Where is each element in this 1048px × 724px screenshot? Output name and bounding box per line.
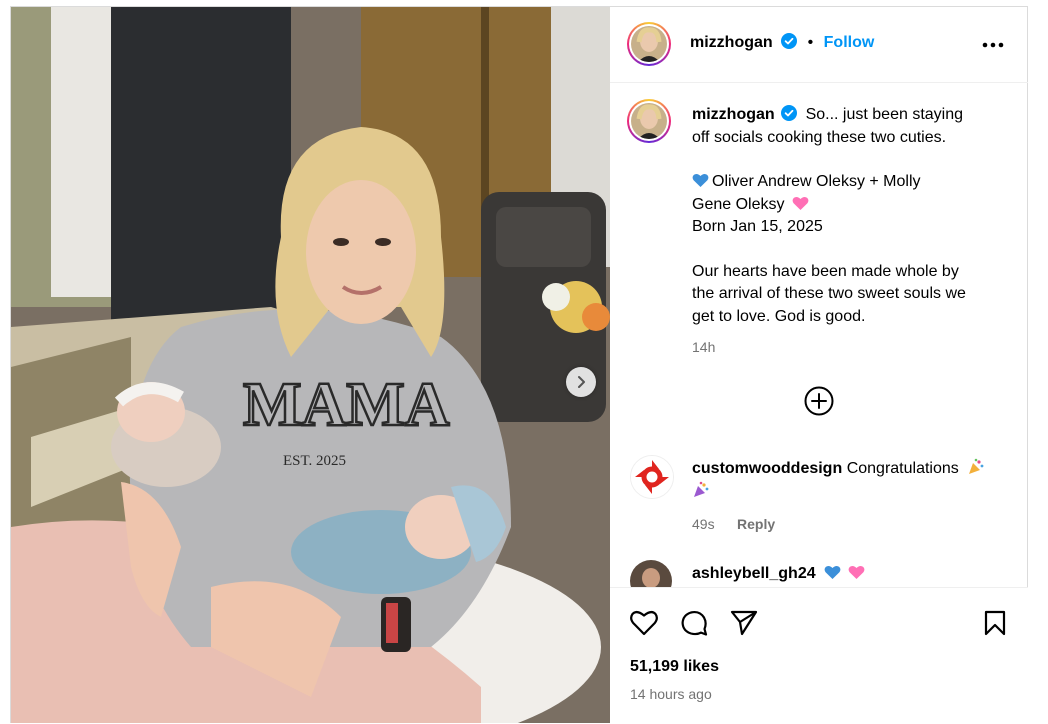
caption-timestamp: 14h	[692, 339, 716, 355]
comment-username[interactable]: customwooddesign	[692, 460, 842, 477]
reply-button[interactable]: Reply	[737, 516, 775, 532]
post-modal: MAMA EST. 2025 mizzhogan • Follow mizzho…	[10, 6, 1028, 724]
save-button[interactable]	[983, 610, 1007, 641]
comment-username[interactable]: ashleybell_gh24	[692, 565, 816, 582]
bookmark-icon	[984, 610, 1006, 636]
caption-username[interactable]: mizzhogan	[692, 106, 775, 123]
header-username[interactable]: mizzhogan	[690, 34, 773, 51]
comment-timestamp: 49s	[692, 516, 715, 532]
heart-outline-icon	[630, 611, 658, 636]
caption-names: Oliver Andrew Oleksy + Molly	[712, 173, 921, 190]
next-photo-button[interactable]	[566, 367, 596, 397]
customwooddesign-logo-icon	[631, 456, 673, 498]
follow-button[interactable]: Follow	[824, 34, 875, 51]
caption-paragraph: the arrival of these two sweet souls we	[692, 285, 966, 302]
avatar-image	[631, 103, 667, 139]
paper-plane-icon	[730, 610, 758, 636]
photo-illustration: MAMA EST. 2025	[11, 7, 610, 723]
avatar[interactable]	[627, 22, 671, 66]
pink-heart-icon	[848, 565, 864, 579]
chevron-right-icon	[578, 376, 585, 388]
svg-text:EST. 2025: EST. 2025	[283, 453, 346, 469]
caption-line: So... just been staying	[805, 106, 964, 123]
verified-badge-icon	[781, 33, 798, 49]
svg-text:MAMA: MAMA	[243, 371, 450, 439]
blue-heart-icon	[824, 565, 841, 579]
more-options-button[interactable]	[982, 35, 1004, 53]
post-side-panel: mizzhogan • Follow mizzhogan So... just …	[610, 7, 1028, 724]
comment-avatar[interactable]	[630, 455, 674, 499]
avatar-image	[631, 26, 667, 62]
caption-line: off socials cooking these two cuties.	[692, 128, 947, 146]
caption-avatar[interactable]	[627, 99, 671, 143]
confetti-icon	[969, 458, 984, 474]
caption-born: Born Jan 15, 2025	[692, 218, 823, 235]
blue-heart-icon	[692, 173, 709, 187]
post-header: mizzhogan • Follow	[610, 7, 1028, 83]
comment-bubble-icon	[681, 610, 708, 636]
caption-names: Gene Oleksy	[692, 195, 785, 213]
post-photo[interactable]: MAMA EST. 2025	[11, 7, 610, 723]
load-more-comments-button[interactable]	[803, 385, 835, 422]
separator-dot: •	[807, 34, 814, 51]
post-time-ago: 14 hours ago	[630, 686, 712, 702]
likes-count[interactable]: 51,199 likes	[630, 658, 719, 676]
caption-paragraph: get to love. God is good.	[692, 307, 866, 325]
comment-button[interactable]	[680, 609, 708, 642]
verified-badge-icon	[781, 105, 798, 121]
party-popper-icon	[694, 481, 709, 497]
more-options-icon	[982, 42, 1004, 48]
comment-text: Congratulations	[846, 460, 959, 477]
post-actions-footer: 51,199 likes 14 hours ago	[610, 587, 1028, 724]
pink-heart-icon	[792, 196, 809, 210]
share-button[interactable]	[730, 610, 758, 641]
caption-paragraph: Our hearts have been made whole by	[692, 262, 959, 280]
like-button[interactable]	[630, 610, 658, 641]
plus-circle-icon	[804, 386, 834, 416]
